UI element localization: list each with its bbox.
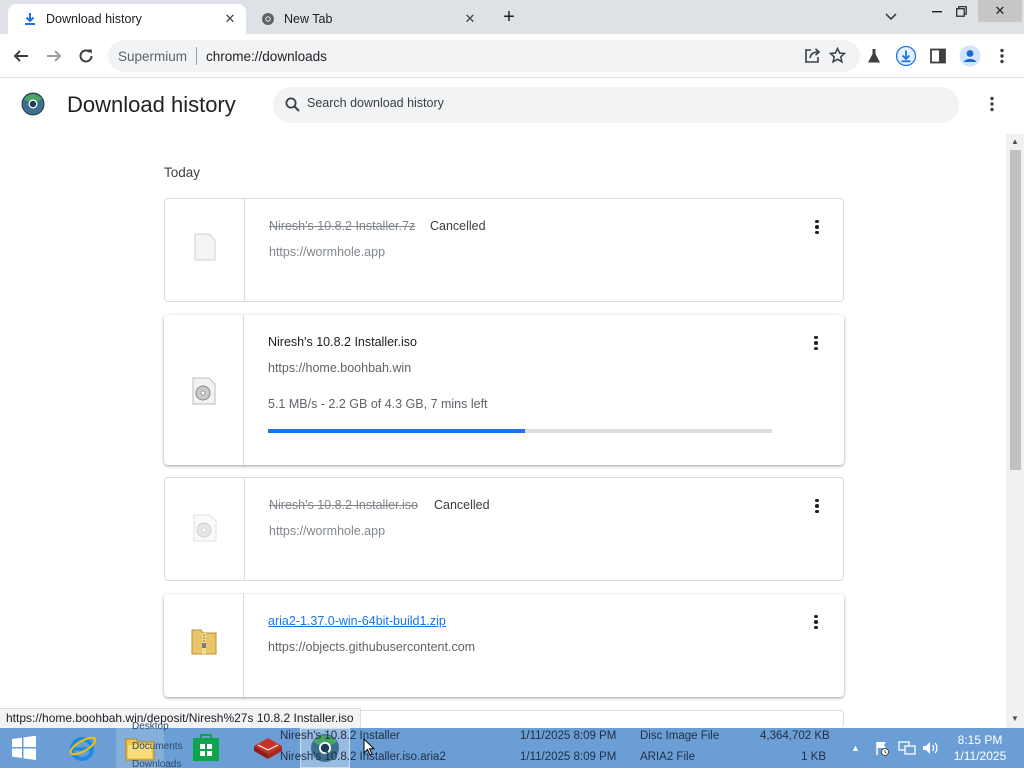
share-icon[interactable] <box>804 47 821 67</box>
scroll-up-arrow-icon[interactable]: ▲ <box>1011 137 1019 146</box>
close-tab-icon[interactable]: ✕ <box>462 11 478 27</box>
tab-label: Download history <box>46 12 142 26</box>
clock-time: 8:15 PM <box>957 733 1003 747</box>
taskbar-clock[interactable]: 8:15 PM 1/11/2025 <box>944 732 1016 764</box>
search-icon <box>285 97 300 117</box>
reload-icon[interactable] <box>74 44 98 68</box>
page-more-actions-icon[interactable] <box>984 96 1000 116</box>
tab-new-tab[interactable]: New Tab ✕ <box>246 4 486 34</box>
page-scrollbar[interactable]: ▲ ▼ <box>1006 134 1024 728</box>
explorer-file-size: 1 KB <box>801 751 826 763</box>
tab-strip: Download history ✕ New Tab ✕ + ✕ <box>0 0 1024 34</box>
browser-menu-icon[interactable] <box>990 44 1014 68</box>
download-filename: Niresh's 10.8.2 Installer.7z <box>269 219 416 233</box>
tab-search-chevron-icon[interactable] <box>880 6 902 28</box>
download-item: Niresh's 10.8.2 Installer.7z Cancelled h… <box>164 198 844 302</box>
address-bar[interactable]: Supermium chrome://downloads <box>108 40 860 72</box>
download-source-url[interactable]: https://wormhole.app <box>269 524 385 538</box>
status-url-bubble: https://home.boohbah.win/deposit/Niresh%… <box>0 708 361 728</box>
blank-file-icon <box>189 231 221 263</box>
restore-icon[interactable] <box>950 0 972 22</box>
minimize-icon[interactable] <box>926 0 948 22</box>
download-item: Niresh's 10.8.2 Installer.iso https://ho… <box>164 315 844 465</box>
download-status: Cancelled <box>434 498 490 512</box>
page-title: Download history <box>67 92 236 117</box>
omnibox-separator <box>196 47 198 65</box>
tab-label: New Tab <box>284 12 333 26</box>
forward-arrow-icon[interactable] <box>42 44 66 68</box>
bookmark-star-icon[interactable] <box>828 46 847 67</box>
address-url[interactable]: chrome://downloads <box>206 49 327 64</box>
zip-folder-icon <box>188 625 220 657</box>
search-input[interactable] <box>307 96 907 110</box>
download-source-url[interactable]: https://objects.githubusercontent.com <box>268 640 475 654</box>
item-more-actions-icon[interactable] <box>805 215 829 239</box>
download-status: Cancelled <box>430 219 486 233</box>
download-filename: Niresh's 10.8.2 Installer.iso <box>268 335 417 349</box>
downloads-toolbar-icon[interactable] <box>894 44 918 68</box>
windows-start-icon[interactable] <box>0 728 48 768</box>
card-divider <box>244 478 245 580</box>
download-source-url[interactable]: https://home.boohbah.win <box>268 361 411 375</box>
clock-date: 1/11/2025 <box>953 749 1007 763</box>
search-downloads-box[interactable] <box>273 87 959 123</box>
labs-flask-icon[interactable] <box>862 44 886 68</box>
explorer-file-type: ARIA2 File <box>640 751 695 763</box>
scrollbar-thumb[interactable] <box>1010 150 1021 470</box>
profile-avatar-icon[interactable] <box>958 44 982 68</box>
browser-toolbar: Supermium chrome://downloads <box>0 34 1024 78</box>
download-item: Niresh's 10.8.2 Installer.iso Cancelled … <box>164 477 844 581</box>
explorer-file-date: 1/11/2025 8:09 PM <box>520 751 617 763</box>
disc-image-icon <box>188 375 220 407</box>
download-filename-link[interactable]: aria2-1.37.0-win-64bit-build1.zip <box>268 614 446 628</box>
card-divider <box>243 315 244 465</box>
downloads-header: Download history <box>0 78 1024 134</box>
explorer-file-date: 1/11/2025 8:09 PM <box>520 730 617 742</box>
back-arrow-icon[interactable] <box>9 44 33 68</box>
explorer-file-type: Disc Image File <box>640 730 720 742</box>
downloads-logo-icon <box>21 92 45 121</box>
explorer-folder-label: Documents <box>132 741 183 752</box>
download-progress-bar <box>268 429 772 433</box>
internet-explorer-icon[interactable] <box>58 728 106 768</box>
explorer-folder-label: Desktop <box>132 721 169 732</box>
download-icon <box>22 11 38 27</box>
chrome-logo-icon <box>260 11 276 27</box>
store-icon[interactable] <box>182 728 230 768</box>
download-item: aria2-1.37.0-win-64bit-build1.zip https:… <box>164 594 844 697</box>
download-progress-text: 5.1 MB/s - 2.2 GB of 4.3 GB, 7 mins left <box>268 397 488 411</box>
side-panel-icon[interactable] <box>926 44 950 68</box>
explorer-file-name: Niresh's 10.8.2 Installer <box>280 730 400 742</box>
date-section-heading: Today <box>164 165 201 180</box>
item-more-actions-icon[interactable] <box>804 331 828 355</box>
windows-taskbar: Desktop Documents Downloads Niresh's 10.… <box>0 721 1024 770</box>
progress-fill <box>268 429 526 433</box>
action-center-flag-icon[interactable] <box>874 740 890 761</box>
explorer-file-size: 4,364,702 KB <box>760 730 830 742</box>
card-divider <box>243 594 244 697</box>
close-window-icon[interactable]: ✕ <box>978 0 1022 22</box>
explorer-folder-label: Downloads <box>132 759 182 770</box>
item-more-actions-icon[interactable] <box>805 494 829 518</box>
mouse-cursor-icon <box>363 737 376 761</box>
tab-download-history[interactable]: Download history ✕ <box>8 4 246 34</box>
new-tab-plus-icon[interactable]: + <box>498 6 520 28</box>
disc-image-icon <box>189 512 221 544</box>
volume-icon[interactable] <box>922 740 940 761</box>
network-icon[interactable] <box>898 740 916 761</box>
download-filename: Niresh's 10.8.2 Installer.iso <box>269 498 418 512</box>
scroll-down-arrow-icon[interactable]: ▼ <box>1011 714 1019 723</box>
browser-brand-label: Supermium <box>118 48 188 64</box>
card-divider <box>244 199 245 301</box>
close-tab-icon[interactable]: ✕ <box>222 11 238 27</box>
download-source-url[interactable]: https://wormhole.app <box>269 245 385 259</box>
show-hidden-icons-chevron-icon[interactable]: ▲ <box>851 743 860 753</box>
item-more-actions-icon[interactable] <box>804 610 828 634</box>
